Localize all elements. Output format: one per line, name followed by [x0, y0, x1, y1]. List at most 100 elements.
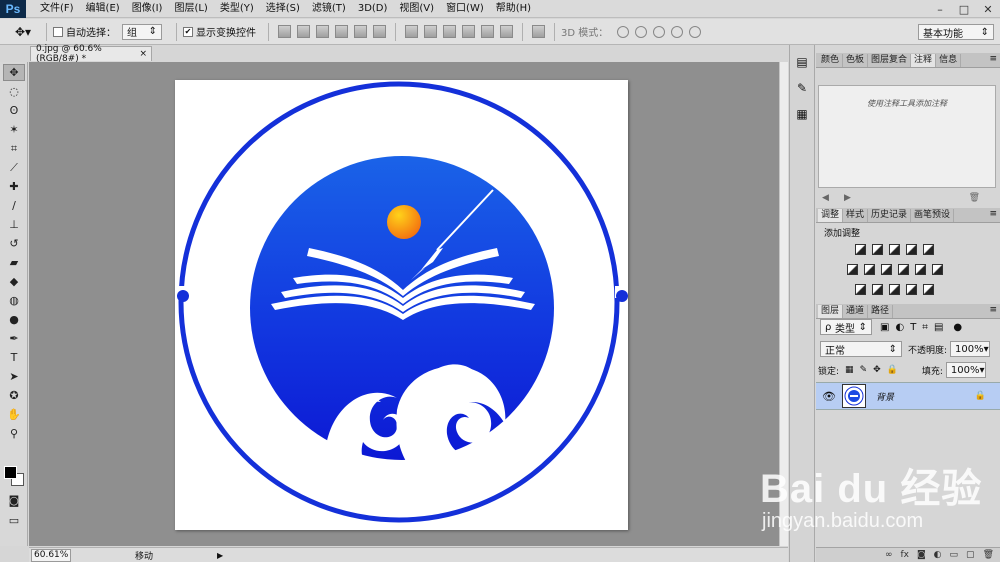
pixel-filter-icon[interactable]: ▣	[880, 322, 889, 333]
healing-brush-tool-icon[interactable]: ✚	[3, 178, 25, 195]
dodge-tool-icon[interactable]: ●	[3, 311, 25, 328]
align-bottom-icon[interactable]	[316, 25, 329, 38]
status-menu-arrow-icon[interactable]: ▶	[217, 551, 223, 560]
hand-tool-icon[interactable]: ✋	[3, 406, 25, 423]
next-note-icon[interactable]: ▶	[844, 193, 851, 203]
menu-image[interactable]: 图像(I)	[126, 0, 169, 18]
screen-mode-icon[interactable]: ▭	[3, 512, 25, 529]
auto-align-icon[interactable]	[532, 25, 545, 38]
menu-layer[interactable]: 图层(L)	[168, 0, 213, 18]
blend-mode-dropdown[interactable]: 正常 ⇕	[820, 341, 902, 357]
magic-wand-tool-icon[interactable]: ✶	[3, 121, 25, 138]
tab-paths[interactable]: 路径	[868, 305, 894, 318]
posterize-icon[interactable]	[872, 284, 883, 295]
type-filter-icon[interactable]: T	[910, 322, 916, 333]
blur-tool-icon[interactable]: ◍	[3, 292, 25, 309]
fill-field[interactable]: 100% ▾	[945, 362, 986, 378]
crop-tool-icon[interactable]: ⌗	[3, 140, 25, 157]
invert-icon[interactable]	[855, 284, 866, 295]
filter-kind-dropdown[interactable]: ρ 类型 ⇕	[820, 319, 872, 335]
distribute-top-icon[interactable]	[405, 25, 418, 38]
3d-roll-icon[interactable]	[635, 25, 648, 38]
lock-pixels-icon[interactable]: ✎	[860, 365, 868, 375]
tab-history[interactable]: 历史记录	[868, 209, 912, 222]
3d-pan-icon[interactable]	[653, 25, 666, 38]
history-panel-icon[interactable]: ▤	[793, 53, 811, 71]
move-tool-icon[interactable]: ✥▾	[6, 22, 40, 42]
menu-select[interactable]: 选择(S)	[260, 0, 306, 18]
color-balance-icon[interactable]	[864, 264, 875, 275]
minimize-button[interactable]: –	[928, 0, 952, 18]
previous-note-icon[interactable]: ◀	[822, 193, 829, 203]
lasso-tool-icon[interactable]: ʘ	[3, 102, 25, 119]
link-layers-icon[interactable]: ∞	[885, 550, 893, 560]
menu-edit[interactable]: 编辑(E)	[80, 0, 126, 18]
align-top-icon[interactable]	[278, 25, 291, 38]
menu-view[interactable]: 视图(V)	[393, 0, 440, 18]
brush-tool-icon[interactable]: ∕	[3, 197, 25, 214]
menu-filter[interactable]: 滤镜(T)	[306, 0, 352, 18]
levels-icon[interactable]	[872, 244, 883, 255]
menu-window[interactable]: 窗口(W)	[440, 0, 490, 18]
delete-note-icon[interactable]: 🗑	[969, 193, 980, 203]
smart-object-filter-icon[interactable]: ▤	[934, 322, 943, 333]
properties-panel-icon[interactable]: ▦	[793, 105, 811, 123]
history-brush-tool-icon[interactable]: ↺	[3, 235, 25, 252]
layer-name[interactable]: 背景	[876, 390, 894, 403]
filter-toggle-icon[interactable]: ●	[953, 322, 962, 333]
layer-row[interactable]: 👁 背景 🔒	[816, 382, 1000, 410]
align-vcenter-icon[interactable]	[297, 25, 310, 38]
tab-info[interactable]: 信息	[936, 54, 962, 67]
align-left-icon[interactable]	[335, 25, 348, 38]
tab-brush-presets[interactable]: 画笔预设	[911, 209, 955, 222]
tab-swatches[interactable]: 色板	[843, 54, 869, 67]
show-transform-option[interactable]: ✔ 显示变换控件	[183, 24, 256, 39]
move-tool-icon[interactable]: ✥	[3, 64, 25, 81]
eyedropper-tool-icon[interactable]: ⟋	[3, 159, 25, 176]
lock-position-icon[interactable]: ✥	[873, 365, 881, 375]
quick-mask-icon[interactable]: ◙	[3, 492, 25, 509]
tab-notes[interactable]: 注释	[911, 54, 937, 67]
marquee-tool-icon[interactable]: ◌	[3, 83, 25, 100]
paint-bucket-tool-icon[interactable]: ◆	[3, 273, 25, 290]
gradient-map-icon[interactable]	[923, 284, 934, 295]
auto-select-checkbox[interactable]	[53, 26, 63, 37]
vibrance-icon[interactable]	[923, 244, 934, 255]
3d-rotate-icon[interactable]	[617, 25, 630, 38]
foreground-color-swatch[interactable]	[4, 466, 17, 479]
curves-icon[interactable]	[889, 244, 900, 255]
menu-type[interactable]: 类型(Y)	[214, 0, 260, 18]
document-canvas[interactable]	[175, 80, 629, 530]
black-white-icon[interactable]	[881, 264, 892, 275]
panel-menu-icon[interactable]: ≡	[989, 209, 997, 219]
maximize-button[interactable]: □	[952, 0, 976, 18]
show-transform-checkbox[interactable]: ✔	[183, 26, 193, 37]
distribute-vcenter-icon[interactable]	[424, 25, 437, 38]
close-button[interactable]: ✕	[976, 0, 1000, 18]
canvas-area[interactable]	[29, 62, 779, 546]
distribute-right-icon[interactable]	[500, 25, 513, 38]
delete-layer-icon[interactable]: 🗑	[983, 550, 994, 560]
eraser-tool-icon[interactable]: ▰	[3, 254, 25, 271]
menu-help[interactable]: 帮助(H)	[490, 0, 537, 18]
opacity-field[interactable]: 100% ▾	[950, 341, 991, 357]
clone-stamp-tool-icon[interactable]: ⊥	[3, 216, 25, 233]
hue-saturation-icon[interactable]	[847, 264, 858, 275]
lock-transparency-icon[interactable]: ▦	[845, 365, 854, 375]
distribute-hcenter-icon[interactable]	[481, 25, 494, 38]
menu-3d[interactable]: 3D(D)	[352, 0, 394, 18]
path-selection-tool-icon[interactable]: ➤	[3, 368, 25, 385]
align-right-icon[interactable]	[373, 25, 386, 38]
eye-icon[interactable]: 👁	[822, 390, 836, 403]
tab-close-icon[interactable]: ×	[139, 49, 147, 59]
3d-slide-icon[interactable]	[671, 25, 684, 38]
new-layer-icon[interactable]: ▢	[966, 550, 975, 560]
panel-menu-icon[interactable]: ≡	[989, 54, 997, 64]
panel-menu-icon[interactable]: ≡	[989, 305, 997, 315]
zoom-tool-icon[interactable]: ⚲	[3, 425, 25, 442]
shape-filter-icon[interactable]: ⌗	[922, 322, 928, 333]
distribute-left-icon[interactable]	[462, 25, 475, 38]
brush-panel-icon[interactable]: ✎	[793, 79, 811, 97]
vertical-scrollbar[interactable]	[779, 62, 788, 546]
brightness-icon[interactable]	[855, 244, 866, 255]
